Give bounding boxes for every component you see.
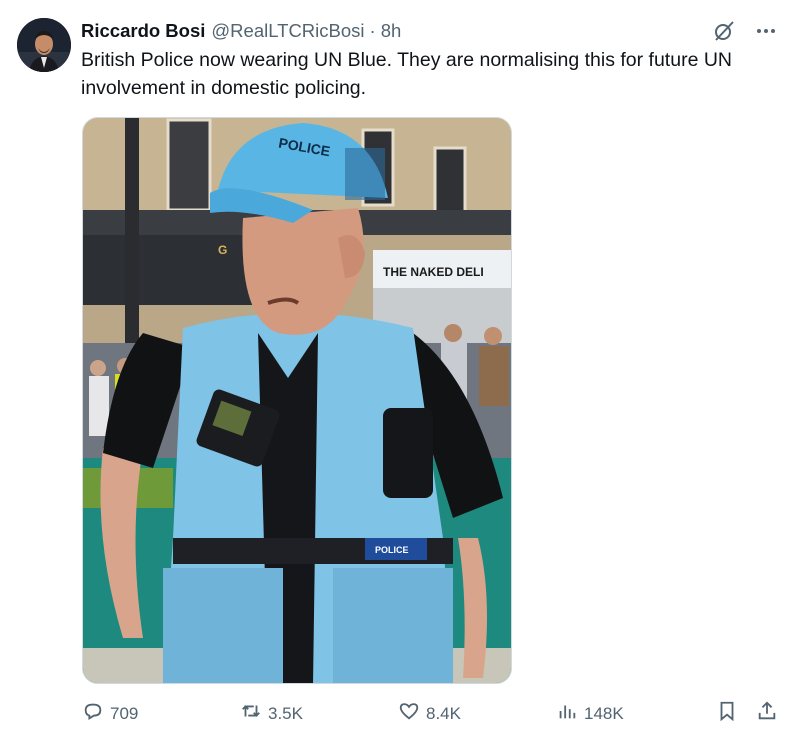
reply-icon	[82, 700, 104, 727]
like-count: 8.4K	[426, 703, 461, 723]
author-name[interactable]: Riccardo Bosi	[81, 20, 205, 42]
more-dots-icon[interactable]	[753, 18, 779, 44]
reply-button[interactable]: 709	[82, 700, 138, 727]
avatar[interactable]	[17, 18, 71, 72]
reply-count: 709	[110, 703, 139, 723]
repost-button[interactable]: 3.5K	[240, 700, 303, 727]
repost-icon	[240, 700, 262, 727]
repost-count: 3.5K	[268, 703, 303, 723]
views-button[interactable]: 148K	[556, 700, 624, 727]
like-button[interactable]: 8.4K	[398, 700, 461, 727]
share-button[interactable]	[756, 700, 778, 727]
tweet-top-actions	[711, 18, 779, 44]
tweet-media-image[interactable]: G THE NAKED DELI POLICE POLICE	[82, 117, 512, 684]
shop-sign-left: G	[218, 243, 227, 257]
author-handle[interactable]: @RealLTCRicBosi	[211, 20, 364, 42]
shop-sign: THE NAKED DELI	[383, 265, 484, 279]
bookmark-button[interactable]	[716, 700, 738, 727]
timestamp[interactable]: 8h	[381, 20, 402, 42]
vest-badge: POLICE	[375, 545, 409, 555]
tweet-header: Riccardo Bosi @RealLTCRicBosi · 8h	[81, 20, 401, 44]
heart-icon	[398, 700, 420, 727]
bookmark-icon	[716, 700, 738, 727]
tweet-text: British Police now wearing UN Blue. They…	[81, 49, 732, 99]
tweet-action-bar: 709 3.5K 8.4K 148K	[80, 700, 780, 728]
separator-dot: ·	[369, 20, 376, 41]
views-chart-icon	[556, 700, 578, 727]
views-count: 148K	[584, 703, 624, 723]
grok-slash-icon[interactable]	[711, 18, 737, 44]
share-icon	[756, 700, 778, 727]
tweet-card[interactable]: Riccardo Bosi @RealLTCRicBosi · 8h Briti…	[0, 0, 797, 737]
